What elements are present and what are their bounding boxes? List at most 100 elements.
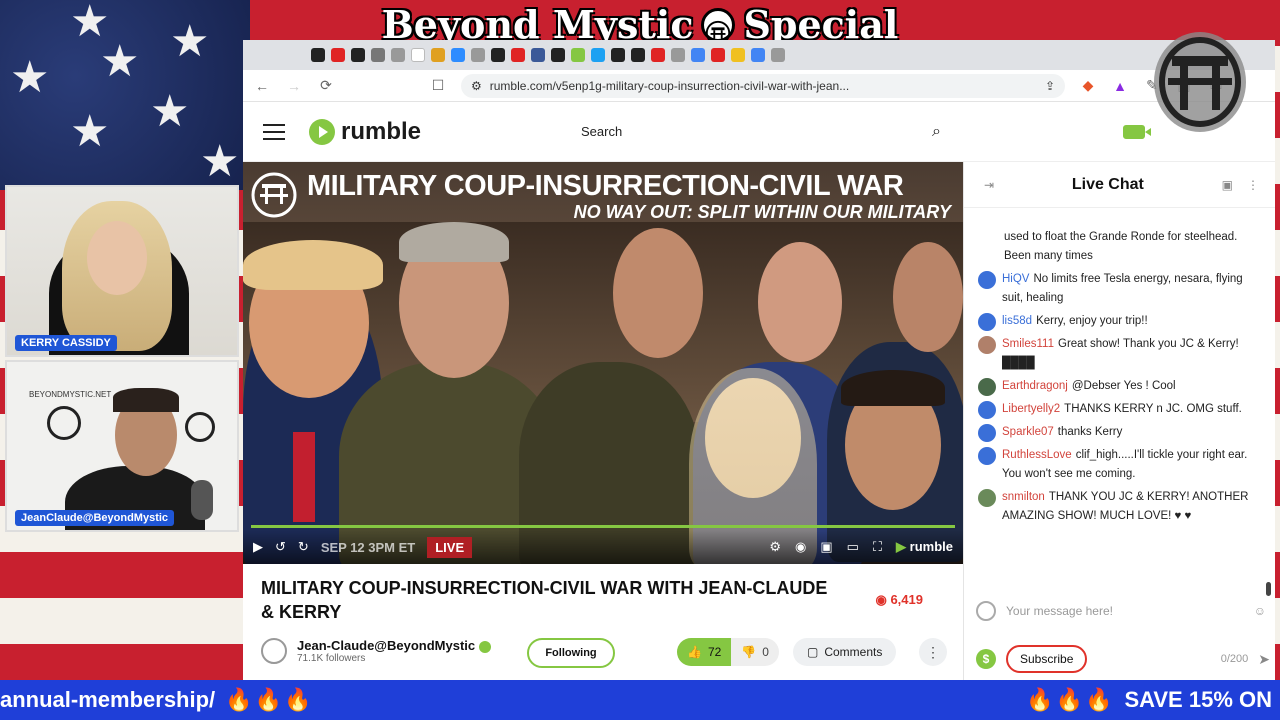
star-icon: ★ xyxy=(10,53,50,102)
tab-favicon-icon[interactable] xyxy=(771,48,785,62)
chat-avatar[interactable] xyxy=(978,424,996,442)
channel-info[interactable]: Jean-Claude@BeyondMystic 71.1K followers xyxy=(261,638,492,664)
tab-favicon-icon[interactable] xyxy=(371,48,385,62)
following-button[interactable]: Following xyxy=(527,638,615,668)
rumble-logo[interactable]: rumble xyxy=(309,118,421,146)
beyond-mystic-logo-icon xyxy=(701,7,736,45)
chat-message: Sparkle07 thanks Kerry xyxy=(978,423,1262,442)
chat-username[interactable]: Smiles111 xyxy=(1002,338,1054,350)
beyond-mystic-corner-logo-icon xyxy=(1148,26,1252,138)
chat-username[interactable]: RuthlessLove xyxy=(1002,449,1072,461)
collapse-chat-icon[interactable]: ⇥ xyxy=(984,178,994,192)
share-icon[interactable]: ⇪ xyxy=(1045,79,1055,93)
chat-username[interactable]: Earthdragonj xyxy=(1002,380,1068,392)
tab-favicon-icon[interactable] xyxy=(471,48,485,62)
theater-icon[interactable]: ▭ xyxy=(847,539,859,555)
browser-window: ← → ⟳ ☐ ⚙ rumble.com/v5enp1g-military-co… xyxy=(243,40,1275,680)
tab-favicon-icon[interactable] xyxy=(611,48,625,62)
rant-dollar-icon[interactable]: $ xyxy=(976,649,996,669)
brave-shield-icon[interactable]: ◆ xyxy=(1079,77,1097,94)
tab-favicon-icon[interactable] xyxy=(591,48,605,62)
channel-name[interactable]: Jean-Claude@BeyondMystic xyxy=(297,638,492,653)
chat-avatar[interactable] xyxy=(978,336,996,354)
popout-icon[interactable]: ▣ xyxy=(1222,178,1233,192)
emoji-icon[interactable]: ☺ xyxy=(1254,604,1266,618)
person-face xyxy=(893,242,963,352)
tab-favicon-icon[interactable] xyxy=(631,48,645,62)
play-icon[interactable]: ▶ xyxy=(253,539,263,555)
forward-icon[interactable]: → xyxy=(285,78,303,94)
tab-strip[interactable] xyxy=(243,40,1275,70)
tab-favicon-icon[interactable] xyxy=(651,48,665,62)
address-bar[interactable]: ⚙ rumble.com/v5enp1g-military-coup-insur… xyxy=(461,73,1065,98)
video-progress-bar[interactable] xyxy=(251,525,955,528)
reload-icon[interactable]: ⟳ xyxy=(317,77,335,94)
tab-favicon-icon[interactable] xyxy=(531,48,545,62)
comments-label: Comments xyxy=(824,645,883,659)
chat-avatar[interactable] xyxy=(978,271,996,289)
chat-message-body: HiQV No limits free Tesla energy, nesara,… xyxy=(1002,270,1262,308)
tab-favicon-icon[interactable] xyxy=(691,48,705,62)
more-options-button[interactable]: ⋮ xyxy=(919,638,947,666)
tab-favicon-icon[interactable] xyxy=(491,48,505,62)
chat-username[interactable]: Sparkle07 xyxy=(1002,426,1054,438)
chat-message-text: used to float the Grande Ronde for steel… xyxy=(1004,231,1238,262)
tab-favicon-icon[interactable] xyxy=(431,48,445,62)
subscribe-button[interactable]: Subscribe xyxy=(1006,645,1088,673)
video-controls-right: ⚙ ◉ ▣ ▭ ⛶ ▶ rumble xyxy=(769,539,953,555)
chat-username[interactable]: lis58d xyxy=(1002,315,1032,327)
chat-username[interactable]: HiQV xyxy=(1002,273,1029,285)
forward-skip-icon[interactable]: ↻ xyxy=(298,539,309,555)
send-icon[interactable]: ➤ xyxy=(1258,651,1270,668)
backdrop-logo-icon xyxy=(185,412,215,442)
rewind-icon[interactable]: ↺ xyxy=(275,539,286,555)
rewards-icon[interactable]: ▲ xyxy=(1111,78,1129,94)
tab-favicon-icon[interactable] xyxy=(671,48,685,62)
player-brand[interactable]: ▶ rumble xyxy=(896,539,953,555)
tab-favicon-icon[interactable] xyxy=(311,48,325,62)
webcam-jeanclaude: BEYONDMYSTIC.NET JeanClaude@BeyondMystic xyxy=(5,360,239,532)
menu-icon[interactable] xyxy=(263,123,285,140)
tab-favicon-icon[interactable] xyxy=(391,48,405,62)
chat-avatar[interactable] xyxy=(978,489,996,507)
chat-menu-icon[interactable]: ⋮ xyxy=(1247,178,1259,192)
chat-message-text: thanks Kerry xyxy=(1057,426,1123,438)
tab-favicon-icon[interactable] xyxy=(331,48,345,62)
channel-avatar[interactable] xyxy=(261,638,287,664)
like-button[interactable]: 👍 72 xyxy=(677,638,732,666)
go-live-icon[interactable] xyxy=(1123,124,1152,139)
pip-icon[interactable]: ▣ xyxy=(820,539,832,555)
tab-favicon-icon[interactable] xyxy=(571,48,585,62)
volume-icon[interactable]: ◉ xyxy=(795,539,806,555)
channel-name-text[interactable]: Jean-Claude@BeyondMystic xyxy=(297,638,475,653)
search-icon[interactable]: ⌕ xyxy=(932,123,941,141)
tab-favicon-icon[interactable] xyxy=(731,48,745,62)
fullscreen-icon[interactable]: ⛶ xyxy=(873,539,882,555)
url-text[interactable]: rumble.com/v5enp1g-military-coup-insurre… xyxy=(490,79,1037,93)
comments-button[interactable]: ▢ Comments xyxy=(793,638,897,666)
chat-bottom-row: $ Subscribe 0/200 ➤ xyxy=(976,642,1270,676)
dislike-button[interactable]: 👎 0 xyxy=(731,638,779,666)
chat-avatar[interactable] xyxy=(978,401,996,419)
settings-icon[interactable]: ⚙ xyxy=(769,539,781,555)
chat-scrollbar[interactable] xyxy=(1266,582,1271,596)
tab-favicon-icon[interactable] xyxy=(351,48,365,62)
search-input[interactable]: Search ⌕ xyxy=(567,113,956,150)
tab-favicon-icon[interactable] xyxy=(451,48,465,62)
site-settings-icon[interactable]: ⚙ xyxy=(471,79,482,93)
chat-username[interactable]: snmilton xyxy=(1002,491,1045,503)
chat-avatar[interactable] xyxy=(978,447,996,465)
back-icon[interactable]: ← xyxy=(253,78,271,94)
chat-avatar[interactable] xyxy=(978,313,996,331)
tab-favicon-icon[interactable] xyxy=(751,48,765,62)
person-face xyxy=(758,242,842,362)
tab-favicon-icon[interactable] xyxy=(551,48,565,62)
tab-favicon-icon[interactable] xyxy=(511,48,525,62)
tab-favicon-icon[interactable] xyxy=(711,48,725,62)
bookmark-icon[interactable]: ☐ xyxy=(429,77,447,94)
video-player[interactable]: MILITARY COUP-INSURRECTION-CIVIL WAR NO … xyxy=(243,162,963,564)
chat-avatar[interactable] xyxy=(978,378,996,396)
tab-active-icon[interactable] xyxy=(411,48,425,62)
chat-username[interactable]: Libertyelly2 xyxy=(1002,403,1060,415)
chat-message-input[interactable]: Your message here! xyxy=(1006,604,1244,618)
